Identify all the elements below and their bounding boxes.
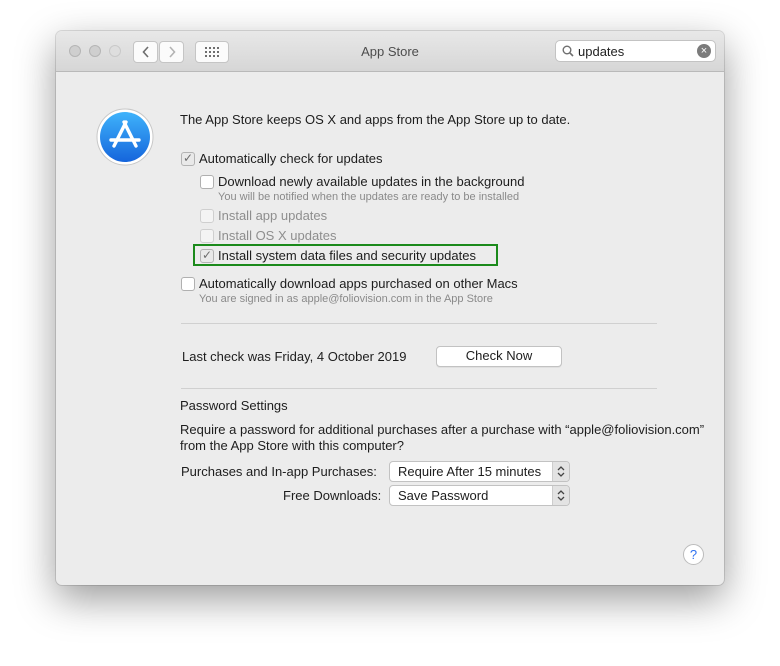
check-now-button[interactable]: Check Now [436, 346, 562, 367]
password-description-line2: from the App Store with this computer? [180, 438, 404, 453]
install-osx-updates-label: Install OS X updates [218, 228, 337, 243]
auto-check-label[interactable]: Automatically check for updates [199, 151, 383, 166]
app-store-icon [96, 108, 154, 166]
install-app-updates-label: Install app updates [218, 208, 328, 223]
separator [181, 388, 657, 389]
preferences-window: App Store × The App Store keeps OS X and… [56, 31, 724, 585]
search-field[interactable]: × [555, 40, 716, 62]
intro-text: The App Store keeps OS X and apps from t… [180, 112, 571, 127]
install-osx-updates-checkbox[interactable] [200, 229, 214, 243]
password-description-line1: Require a password for additional purcha… [180, 422, 705, 437]
purchases-value: Require After 15 minutes [398, 464, 542, 479]
purchases-popup[interactable]: Require After 15 minutes [389, 461, 570, 482]
free-downloads-popup[interactable]: Save Password [389, 485, 570, 506]
help-button[interactable]: ? [683, 544, 704, 565]
search-input[interactable] [578, 43, 688, 59]
install-app-updates-checkbox[interactable] [200, 209, 214, 223]
auto-download-other-macs-checkbox[interactable] [181, 277, 195, 291]
checkmark-icon: ✓ [183, 151, 194, 165]
download-background-checkbox[interactable] [200, 175, 214, 189]
last-check-text: Last check was Friday, 4 October 2019 [182, 349, 407, 364]
signed-in-note: You are signed in as apple@foliovision.c… [199, 293, 493, 305]
install-system-data-checkbox[interactable]: ✓ [200, 248, 214, 263]
clear-icon[interactable]: × [697, 44, 711, 58]
separator [181, 323, 657, 324]
install-system-data-label[interactable]: Install system data files and security u… [218, 248, 476, 263]
checkmark-icon: ✓ [202, 248, 213, 262]
free-downloads-value: Save Password [398, 488, 489, 503]
titlebar: App Store × [56, 31, 724, 72]
password-settings-heading: Password Settings [180, 398, 288, 413]
popup-arrows-icon [552, 486, 569, 505]
download-background-note: You will be notified when the updates ar… [218, 191, 520, 203]
purchases-label: Purchases and In-app Purchases: [181, 464, 377, 479]
download-background-label[interactable]: Download newly available updates in the … [218, 174, 524, 189]
auto-check-checkbox[interactable]: ✓ [181, 151, 195, 166]
popup-arrows-icon [552, 462, 569, 481]
free-downloads-label: Free Downloads: [283, 488, 382, 503]
auto-download-other-macs-label[interactable]: Automatically download apps purchased on… [199, 276, 518, 291]
search-icon [562, 45, 574, 57]
